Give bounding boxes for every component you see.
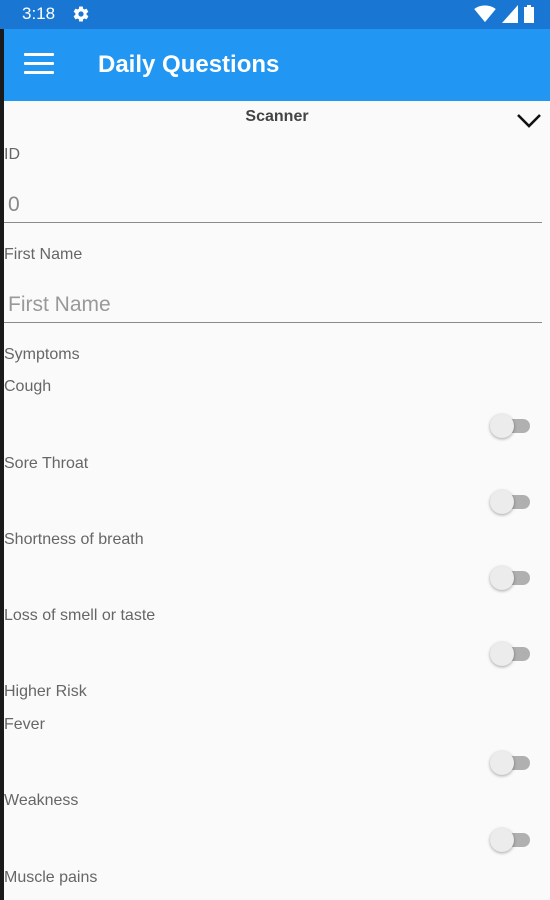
loss-of-smell-label: Loss of smell or taste — [4, 607, 156, 624]
shortness-of-breath-switch[interactable] — [490, 566, 532, 590]
system-icons — [474, 5, 534, 28]
picker-selected-value: Scanner — [245, 108, 309, 125]
scanner-picker[interactable]: Scanner — [4, 101, 550, 141]
cough-switch[interactable] — [490, 414, 532, 438]
id-field[interactable] — [4, 187, 542, 223]
status-bar: 3:18 — [0, 0, 550, 29]
loss-of-smell-switch[interactable] — [490, 642, 532, 666]
status-time: 3:18 — [22, 4, 56, 23]
battery-icon — [524, 5, 534, 28]
sore-throat-label: Sore Throat — [4, 455, 89, 472]
higher-risk-heading: Higher Risk — [4, 683, 87, 700]
weakness-switch[interactable] — [490, 828, 532, 852]
first-name-label: First Name — [4, 246, 83, 263]
symptoms-heading: Symptoms — [4, 346, 80, 363]
cell-signal-icon — [502, 5, 518, 28]
muscle-pains-label: Muscle pains — [4, 869, 98, 886]
hamburger-menu-icon[interactable] — [24, 53, 54, 77]
chevron-down-icon — [516, 113, 542, 134]
first-name-field[interactable] — [4, 287, 542, 323]
weakness-label: Weakness — [4, 792, 79, 809]
id-label: ID — [4, 146, 20, 163]
settings-gear-icon — [72, 5, 90, 28]
wifi-icon — [474, 5, 496, 28]
fever-switch[interactable] — [490, 751, 532, 775]
shortness-of-breath-label: Shortness of breath — [4, 531, 144, 548]
page-title: Daily Questions — [98, 51, 280, 78]
app-bar: Daily Questions — [4, 29, 550, 101]
fever-label: Fever — [4, 716, 45, 733]
cough-label: Cough — [4, 378, 52, 395]
sore-throat-switch[interactable] — [490, 490, 532, 514]
